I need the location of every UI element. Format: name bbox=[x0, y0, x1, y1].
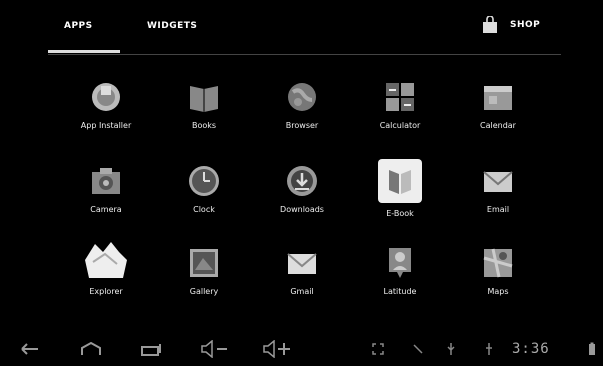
app-maps[interactable]: Maps bbox=[453, 244, 543, 296]
latitude-icon bbox=[381, 244, 419, 282]
app-label: Latitude bbox=[383, 287, 417, 296]
email-icon bbox=[479, 162, 517, 200]
tab-widgets[interactable]: WIDGETS bbox=[147, 21, 197, 31]
active-tab-indicator bbox=[48, 50, 120, 53]
app-email[interactable]: Email bbox=[453, 162, 543, 214]
gallery-icon bbox=[185, 244, 223, 282]
app-label: Camera bbox=[90, 205, 122, 214]
clock-icon bbox=[185, 162, 223, 200]
volume-up-button[interactable] bbox=[262, 339, 292, 359]
shop-button[interactable]: SHOP bbox=[482, 16, 540, 34]
app-label: Gmail bbox=[290, 287, 314, 296]
header-divider bbox=[48, 54, 561, 55]
shopping-bag-icon bbox=[483, 16, 497, 33]
books-icon bbox=[185, 78, 223, 116]
shop-label: SHOP bbox=[510, 20, 541, 30]
launcher-screen: APPS WIDGETS SHOP App Installer Books Br… bbox=[0, 0, 603, 366]
wifi-icon bbox=[486, 343, 492, 355]
app-camera[interactable]: Camera bbox=[61, 162, 151, 214]
app-app-installer[interactable]: App Installer bbox=[61, 78, 151, 130]
app-books[interactable]: Books bbox=[159, 78, 249, 130]
app-ebook[interactable]: E-Book bbox=[355, 159, 445, 218]
app-drawer-header: APPS WIDGETS SHOP bbox=[0, 0, 603, 62]
app-explorer[interactable]: Explorer bbox=[61, 242, 151, 296]
wifi-indicator bbox=[484, 339, 494, 359]
volume-up-icon bbox=[263, 340, 290, 358]
app-label: Gallery bbox=[189, 287, 219, 296]
app-calendar[interactable]: Calendar bbox=[453, 78, 543, 130]
app-installer-icon bbox=[87, 78, 125, 116]
app-label: Books bbox=[191, 121, 217, 130]
app-calculator[interactable]: Calculator bbox=[355, 78, 445, 130]
app-label: App Installer bbox=[80, 121, 132, 130]
app-label: Explorer bbox=[89, 287, 123, 296]
calendar-icon bbox=[479, 78, 517, 116]
calculator-icon bbox=[381, 78, 419, 116]
screenshot-icon bbox=[372, 343, 384, 355]
app-gmail[interactable]: Gmail bbox=[257, 244, 347, 296]
maps-icon bbox=[479, 244, 517, 282]
home-icon bbox=[81, 342, 101, 355]
app-browser[interactable]: Browser bbox=[257, 78, 347, 130]
app-label: Email bbox=[486, 205, 510, 214]
usb-indicator bbox=[446, 339, 456, 359]
usb-icon bbox=[447, 343, 455, 355]
signal-indicator bbox=[412, 339, 424, 359]
explorer-icon bbox=[81, 240, 131, 282]
app-latitude[interactable]: Latitude bbox=[355, 244, 445, 296]
tab-apps[interactable]: APPS bbox=[64, 21, 93, 31]
volume-down-button[interactable] bbox=[200, 339, 230, 359]
signal-icon bbox=[413, 344, 423, 354]
screenshot-indicator bbox=[372, 339, 384, 359]
volume-down-icon bbox=[201, 340, 227, 358]
browser-globe-icon bbox=[283, 78, 321, 116]
app-label: Calculator bbox=[379, 121, 421, 130]
back-button[interactable] bbox=[20, 339, 40, 359]
app-label: Maps bbox=[487, 287, 509, 296]
app-label: Downloads bbox=[280, 205, 324, 214]
app-clock[interactable]: Clock bbox=[159, 162, 249, 214]
app-label: Browser bbox=[285, 121, 319, 130]
app-gallery[interactable]: Gallery bbox=[159, 244, 249, 296]
back-icon bbox=[21, 343, 38, 355]
ebook-icon bbox=[377, 158, 423, 204]
gmail-icon bbox=[283, 244, 321, 282]
battery-indicator bbox=[588, 339, 596, 359]
app-downloads[interactable]: Downloads bbox=[257, 162, 347, 214]
system-navigation-bar: 3:36 bbox=[0, 330, 603, 366]
app-label: Calendar bbox=[480, 121, 516, 130]
downloads-icon bbox=[283, 162, 321, 200]
camera-icon bbox=[87, 162, 125, 200]
recents-icon bbox=[141, 344, 161, 356]
home-button[interactable] bbox=[80, 339, 102, 359]
battery-icon bbox=[589, 342, 595, 355]
status-clock: 3:36 bbox=[512, 341, 550, 357]
recents-button[interactable] bbox=[140, 339, 164, 359]
app-label: E-Book bbox=[386, 209, 414, 218]
app-label: Clock bbox=[193, 205, 215, 214]
